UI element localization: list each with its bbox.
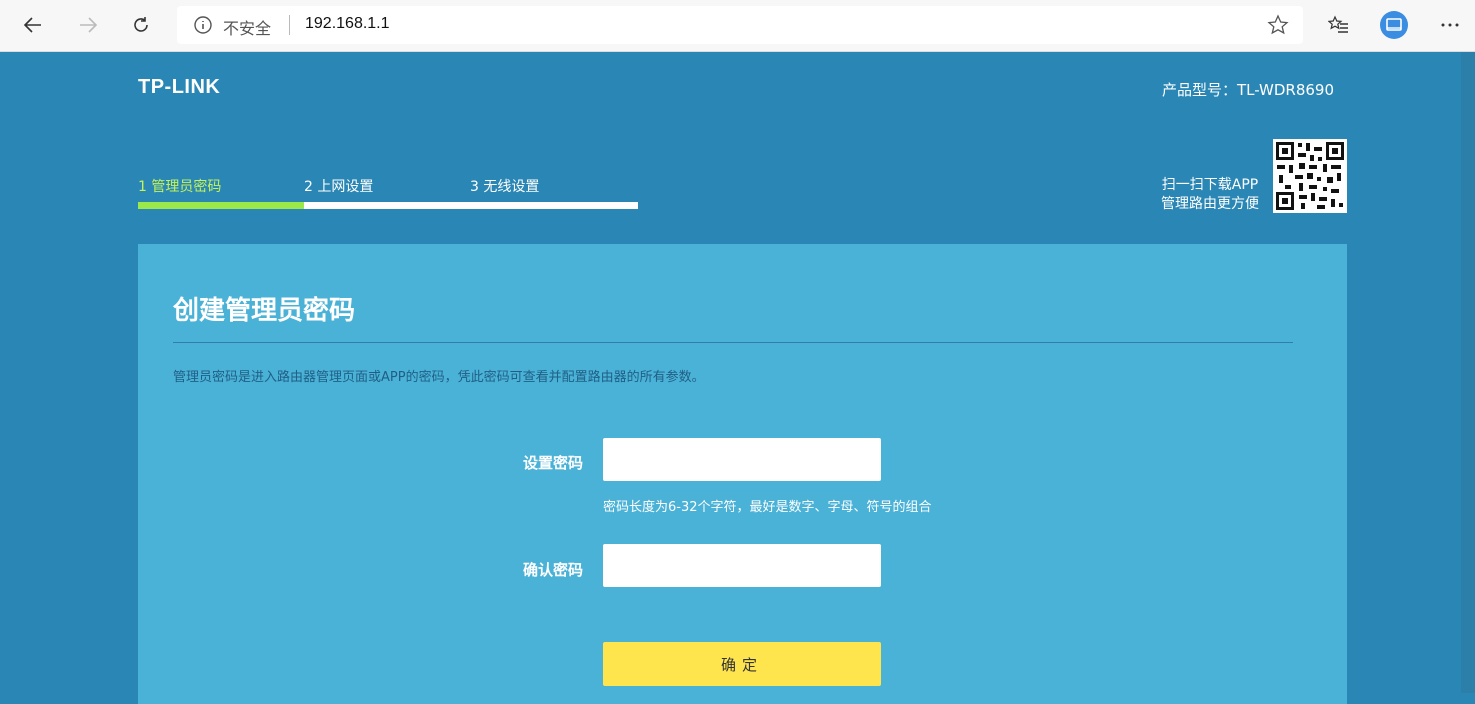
back-arrow-icon [23,17,41,33]
app-tip-line1: 扫一扫下载APP [1161,177,1259,193]
page-title: 创建管理员密码 [173,296,356,326]
step-label: 1 管理员密码 [138,179,222,195]
confirm-password-input[interactable] [603,544,881,587]
refresh-button[interactable] [126,10,156,40]
favorites-list-icon [1328,15,1348,33]
ellipsis-icon [1441,23,1459,27]
back-button[interactable] [18,10,48,40]
router-setup-page: TP-LINK 产品型号：TL-WDR8690 1 管理员密码 2 上网设置 3… [0,52,1475,704]
step-progress-bar [470,202,638,209]
address-divider [289,15,290,35]
step-label: 3 无线设置 [470,179,540,195]
profile-button[interactable] [1379,10,1409,40]
favorites-button[interactable] [1324,10,1354,40]
page-scroll-edge [1461,52,1475,693]
forward-button[interactable] [73,10,103,40]
info-icon[interactable] [193,15,213,35]
more-menu-button[interactable] [1435,10,1465,40]
password-hint: 密码长度为6-32个字符，最好是数字、字母、符号的组合 [603,500,932,515]
url-text[interactable]: 192.168.1.1 [305,15,390,33]
confirm-password-label: 确认密码 [522,561,583,579]
admin-password-card: 创建管理员密码 管理员密码是进入路由器管理页面或APP的密码，凭此密码可查看并配… [138,244,1347,704]
confirm-button[interactable]: 确定 [603,642,881,686]
password-label: 设置密码 [522,454,583,472]
address-bar[interactable]: 不安全 192.168.1.1 [177,6,1303,44]
password-input[interactable] [603,438,881,481]
forward-arrow-icon [80,17,98,33]
browser-toolbar: 不安全 192.168.1.1 [0,0,1475,52]
profile-avatar-icon [1380,11,1408,39]
star-icon[interactable] [1267,14,1289,36]
product-model: 产品型号：TL-WDR8690 [1161,81,1334,99]
step-admin-password: 1 管理员密码 [138,176,304,209]
tplink-logo: TP-LINK [138,76,221,98]
qr-code-icon [1273,139,1347,213]
step-progress-bar [304,202,470,209]
step-wireless-settings: 3 无线设置 [470,176,638,209]
app-download-tip: 扫一扫下载APP 管理路由更方便 [1161,176,1259,214]
password-description: 管理员密码是进入路由器管理页面或APP的密码，凭此密码可查看并配置路由器的所有参… [173,370,705,385]
app-tip-line2: 管理路由更方便 [1161,196,1259,212]
step-progress-bar [138,202,304,209]
step-internet-settings: 2 上网设置 [304,176,470,209]
security-status: 不安全 [223,19,272,38]
title-divider [173,342,1293,343]
refresh-icon [134,17,148,32]
step-label: 2 上网设置 [304,179,374,195]
